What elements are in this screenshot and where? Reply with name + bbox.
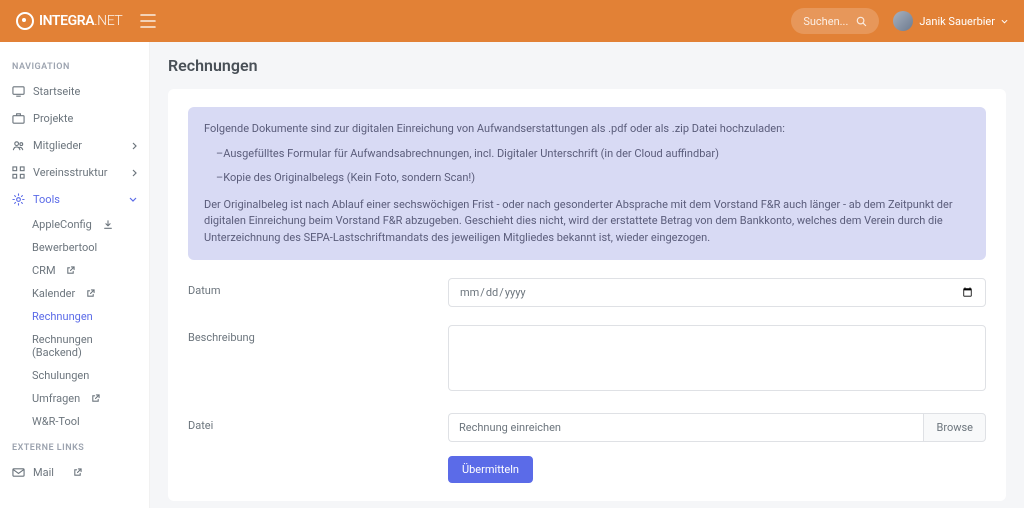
form-row-datei: Datei Browse	[188, 413, 986, 442]
beschreibung-input[interactable]	[448, 325, 986, 391]
sidebar-item-vereinsstruktur[interactable]: Vereinsstruktur	[0, 159, 149, 186]
sidebar-item-label: Startseite	[33, 85, 80, 98]
sidebar-item-label: Vereinsstruktur	[33, 166, 108, 179]
brand-text: INTEGRA.NET	[39, 13, 122, 29]
chevron-down-icon	[129, 197, 137, 202]
briefcase-icon	[12, 112, 25, 125]
avatar	[893, 11, 913, 31]
monitor-icon	[12, 85, 25, 98]
sidebar-item-label: Umfragen	[32, 392, 80, 405]
ext-heading: EXTERNE LINKS	[0, 433, 149, 459]
sidebar-item-umfragen[interactable]: Umfragen	[0, 387, 149, 410]
sidebar-item-label: Tools	[33, 193, 60, 206]
search-box[interactable]	[791, 8, 879, 34]
sidebar-item-mitglieder[interactable]: Mitglieder	[0, 132, 149, 159]
sidebar-item-bewerbertool[interactable]: Bewerbertool	[0, 236, 149, 259]
sidebar-item-label: Mail	[33, 466, 54, 479]
datum-label: Datum	[188, 278, 428, 297]
sidebar-item-label: AppleConfig	[32, 218, 92, 231]
main-content: Rechnungen Folgende Dokumente sind zur d…	[150, 42, 1024, 508]
user-menu[interactable]: Janik Sauerbier	[893, 11, 1008, 31]
sidebar-item-label: Bewerbertool	[32, 241, 97, 254]
sidebar-item-rechnungen[interactable]: Rechnungen	[0, 305, 149, 328]
sidebar-item-rechnungen-backend[interactable]: Rechnungen (Backend)	[0, 328, 149, 364]
sidebar-item-label: Mitglieder	[33, 139, 82, 152]
datei-label: Datei	[188, 413, 428, 432]
external-link-icon	[73, 468, 82, 477]
body-layout: NAVIGATION Startseite Projekte Mitgliede…	[0, 42, 1024, 508]
alert-item-2: –Kopie des Originalbelegs (Kein Foto, so…	[204, 170, 970, 187]
topbar: INTEGRA.NET Janik Sauerbier	[0, 0, 1024, 42]
sidebar-item-label: Schulungen	[32, 369, 89, 382]
chevron-right-icon	[132, 142, 137, 150]
brand-name: INTEGRA	[39, 13, 94, 29]
sidebar-item-label: Projekte	[33, 112, 73, 125]
nav-heading: NAVIGATION	[0, 52, 149, 78]
sidebar: NAVIGATION Startseite Projekte Mitgliede…	[0, 42, 150, 508]
gear-icon	[12, 193, 25, 206]
sidebar-item-schulungen[interactable]: Schulungen	[0, 364, 149, 387]
sidebar-item-label: Rechnungen	[32, 310, 93, 323]
user-name: Janik Sauerbier	[919, 15, 995, 28]
info-alert: Folgende Dokumente sind zur digitalen Ei…	[188, 107, 986, 260]
logo-ring-icon	[16, 12, 34, 30]
sidebar-item-kalender[interactable]: Kalender	[0, 282, 149, 305]
sidebar-item-projekte[interactable]: Projekte	[0, 105, 149, 132]
external-link-icon	[66, 266, 75, 275]
brand-logo[interactable]: INTEGRA.NET	[16, 12, 122, 30]
external-link-icon	[86, 289, 95, 298]
datum-input[interactable]	[448, 278, 986, 307]
sidebar-item-label: Kalender	[32, 287, 75, 300]
sidebar-item-label: Rechnungen (Backend)	[32, 333, 137, 359]
sidebar-item-appleconfig[interactable]: AppleConfig	[0, 213, 149, 236]
beschreibung-label: Beschreibung	[188, 325, 428, 344]
mail-icon	[12, 466, 25, 479]
chevron-down-icon	[1001, 19, 1008, 24]
page-title: Rechnungen	[168, 56, 1006, 75]
menu-toggle-icon[interactable]	[140, 14, 156, 28]
search-input[interactable]	[803, 15, 848, 28]
browse-button[interactable]: Browse	[923, 413, 986, 442]
search-icon	[856, 16, 867, 27]
sidebar-item-mail[interactable]: Mail	[0, 459, 149, 486]
sidebar-item-label: W&R-Tool	[32, 415, 80, 428]
external-link-icon	[91, 394, 100, 403]
alert-intro: Folgende Dokumente sind zur digitalen Ei…	[204, 121, 970, 138]
grid-icon	[12, 166, 25, 179]
users-icon	[12, 139, 25, 152]
sidebar-item-label: CRM	[32, 264, 56, 277]
sidebar-item-wr[interactable]: W&R-Tool	[0, 410, 149, 433]
datei-input[interactable]	[448, 413, 923, 442]
sidebar-item-tools[interactable]: Tools	[0, 186, 149, 213]
form-row-beschreibung: Beschreibung	[188, 325, 986, 395]
download-icon	[103, 220, 113, 230]
alert-paragraph: Der Originalbeleg ist nach Ablauf einer …	[204, 197, 970, 247]
topbar-left: INTEGRA.NET	[16, 12, 156, 30]
form-row-datum: Datum	[188, 278, 986, 307]
brand-suffix: .NET	[94, 13, 122, 29]
file-input-group: Browse	[448, 413, 986, 442]
submit-button[interactable]: Übermitteln	[448, 456, 533, 483]
topbar-right: Janik Sauerbier	[791, 8, 1008, 34]
alert-item-1: –Ausgefülltes Formular für Aufwandsabrec…	[204, 146, 970, 163]
sidebar-item-startseite[interactable]: Startseite	[0, 78, 149, 105]
card: Folgende Dokumente sind zur digitalen Ei…	[168, 89, 1006, 501]
chevron-right-icon	[132, 169, 137, 177]
form-row-submit: Übermitteln	[188, 456, 986, 483]
sidebar-item-crm[interactable]: CRM	[0, 259, 149, 282]
